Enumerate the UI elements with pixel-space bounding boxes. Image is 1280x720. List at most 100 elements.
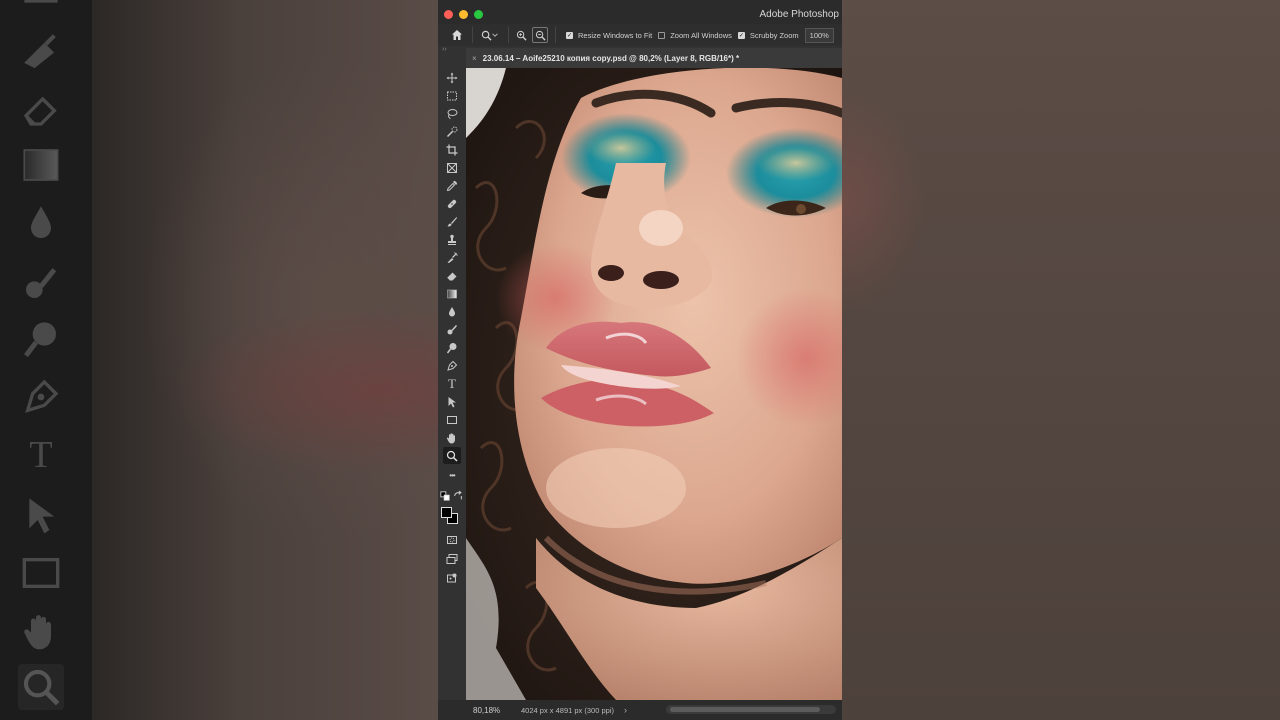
default-colors-icon [440,491,450,501]
move-tool-icon [446,72,458,83]
eyedropper-tool-icon [446,180,458,191]
options-separator [472,27,473,43]
foreground-color-swatch[interactable] [441,507,452,518]
tool-preset-picker[interactable] [477,27,501,43]
lasso-tool[interactable] [443,105,461,122]
healing-brush-tool[interactable] [443,195,461,212]
ghost-path-select-icon [18,492,64,538]
options-bar: ✓ Resize Windows to Fit Zoom All Windows… [438,24,842,46]
clone-stamp-tool[interactable] [443,231,461,248]
marquee-tool[interactable] [443,87,461,104]
zoom-all-windows-label: Zoom All Windows [670,30,732,40]
zoom-in-button[interactable] [513,27,529,43]
ghost-type-glyph: T [29,434,53,476]
blurred-toolbar: T [0,0,92,720]
toolbar-expand-toggle[interactable]: ›› [438,46,466,56]
tools-panel: T ••• [438,68,466,700]
brush-tool[interactable] [443,213,461,230]
ghost-pen-icon [18,374,64,420]
eraser-tool-icon [446,272,457,281]
zoom-100-button[interactable]: 100% [804,27,834,43]
status-bar: 80,18% 4024 px x 4891 px (300 ppi) › [438,700,842,720]
horizontal-scrollbar[interactable] [666,705,836,714]
zoom-out-icon [535,30,546,41]
hand-tool[interactable] [443,429,461,446]
close-window-button[interactable] [444,10,453,19]
more-tools[interactable]: ••• [443,467,461,484]
maximize-window-button[interactable] [474,10,483,19]
portrait-photo [466,68,842,700]
zoom-out-button[interactable] [532,27,548,43]
document-info: 4024 px x 4891 px (300 ppi) [521,705,614,715]
edit-toolbar-button[interactable] [443,569,461,586]
path-select-icon [448,396,456,407]
screen-mode-button[interactable] [443,550,461,567]
history-brush-icon [447,252,458,263]
zoom-tool[interactable] [443,447,461,464]
options-separator [555,27,556,43]
crop-tool[interactable] [443,141,461,158]
lasso-tool-icon [447,108,458,119]
rectangle-tool[interactable] [443,411,461,428]
zoom-all-windows-checkbox[interactable] [658,31,666,39]
quick-mask-button[interactable] [443,531,461,548]
quick-select-tool-icon [446,126,458,137]
pen-tool[interactable] [443,357,461,374]
scrubby-zoom-checkbox[interactable]: ✓ [737,31,745,39]
dodge-tool-icon [446,342,457,353]
quick-select-tool[interactable] [443,123,461,140]
resize-windows-label: Resize Windows to Fit [578,30,653,40]
type-tool[interactable]: T [443,375,461,392]
document-title: 23.06.14 – Aoife25210 копия copy.psd @ 8… [482,53,740,63]
move-tool[interactable] [443,69,461,86]
ghost-hand-icon [18,608,64,654]
ghost-dodge-icon [18,316,64,362]
resize-windows-checkbox[interactable]: ✓ [566,31,573,39]
gradient-tool-icon [447,289,457,298]
pen-tool-icon [447,360,458,371]
frame-tool[interactable] [443,159,461,176]
zoom-level-field[interactable]: 80,18% [473,706,517,715]
healing-brush-icon [447,199,457,208]
edit-toolbar-icon [447,573,457,582]
eyedropper-tool[interactable] [443,177,461,194]
zoom-tool-icon [481,30,492,41]
zoom-in-icon [516,30,527,41]
history-brush-tool[interactable] [443,249,461,266]
type-tool-icon: T [448,375,456,391]
ghost-history-brush-icon [18,26,64,72]
rectangle-tool-icon [447,415,457,424]
path-select-tool[interactable] [443,393,461,410]
swap-colors-icon [454,490,462,500]
default-colors-button[interactable] [440,491,450,501]
screen-mode-icon [446,553,458,564]
home-icon [452,30,462,40]
scrollbar-thumb[interactable] [670,707,820,712]
eraser-tool[interactable] [443,267,461,284]
ghost-eraser-icon [18,86,64,132]
document-canvas[interactable] [466,68,842,700]
status-menu-arrow[interactable]: › [624,705,627,715]
frame-tool-icon [447,162,457,173]
dodge-burn-tool[interactable] [443,321,461,338]
ghost-bar-icon [18,0,64,24]
marquee-tool-icon [447,91,457,100]
gradient-tool[interactable] [443,285,461,302]
clone-stamp-icon [448,234,456,245]
home-button[interactable] [446,24,468,46]
ghost-zoom-icon [18,664,64,710]
minimize-window-button[interactable] [459,10,468,19]
crop-tool-icon [446,144,458,155]
ghost-dodge-burn-icon [18,260,64,306]
ghost-gradient-icon [18,142,64,188]
scrubby-zoom-label: Scrubby Zoom [749,30,799,40]
chevron-down-icon [491,33,498,37]
brush-tool-icon [447,216,457,226]
close-document-icon[interactable]: × [472,54,477,63]
blur-tool[interactable] [443,303,461,320]
hand-tool-icon [446,432,455,443]
document-tab[interactable]: × 23.06.14 – Aoife25210 копия copy.psd @… [466,48,842,68]
dodge-tool[interactable] [443,339,461,356]
swap-colors-button[interactable] [453,490,463,501]
blurred-background-right [842,0,1280,720]
